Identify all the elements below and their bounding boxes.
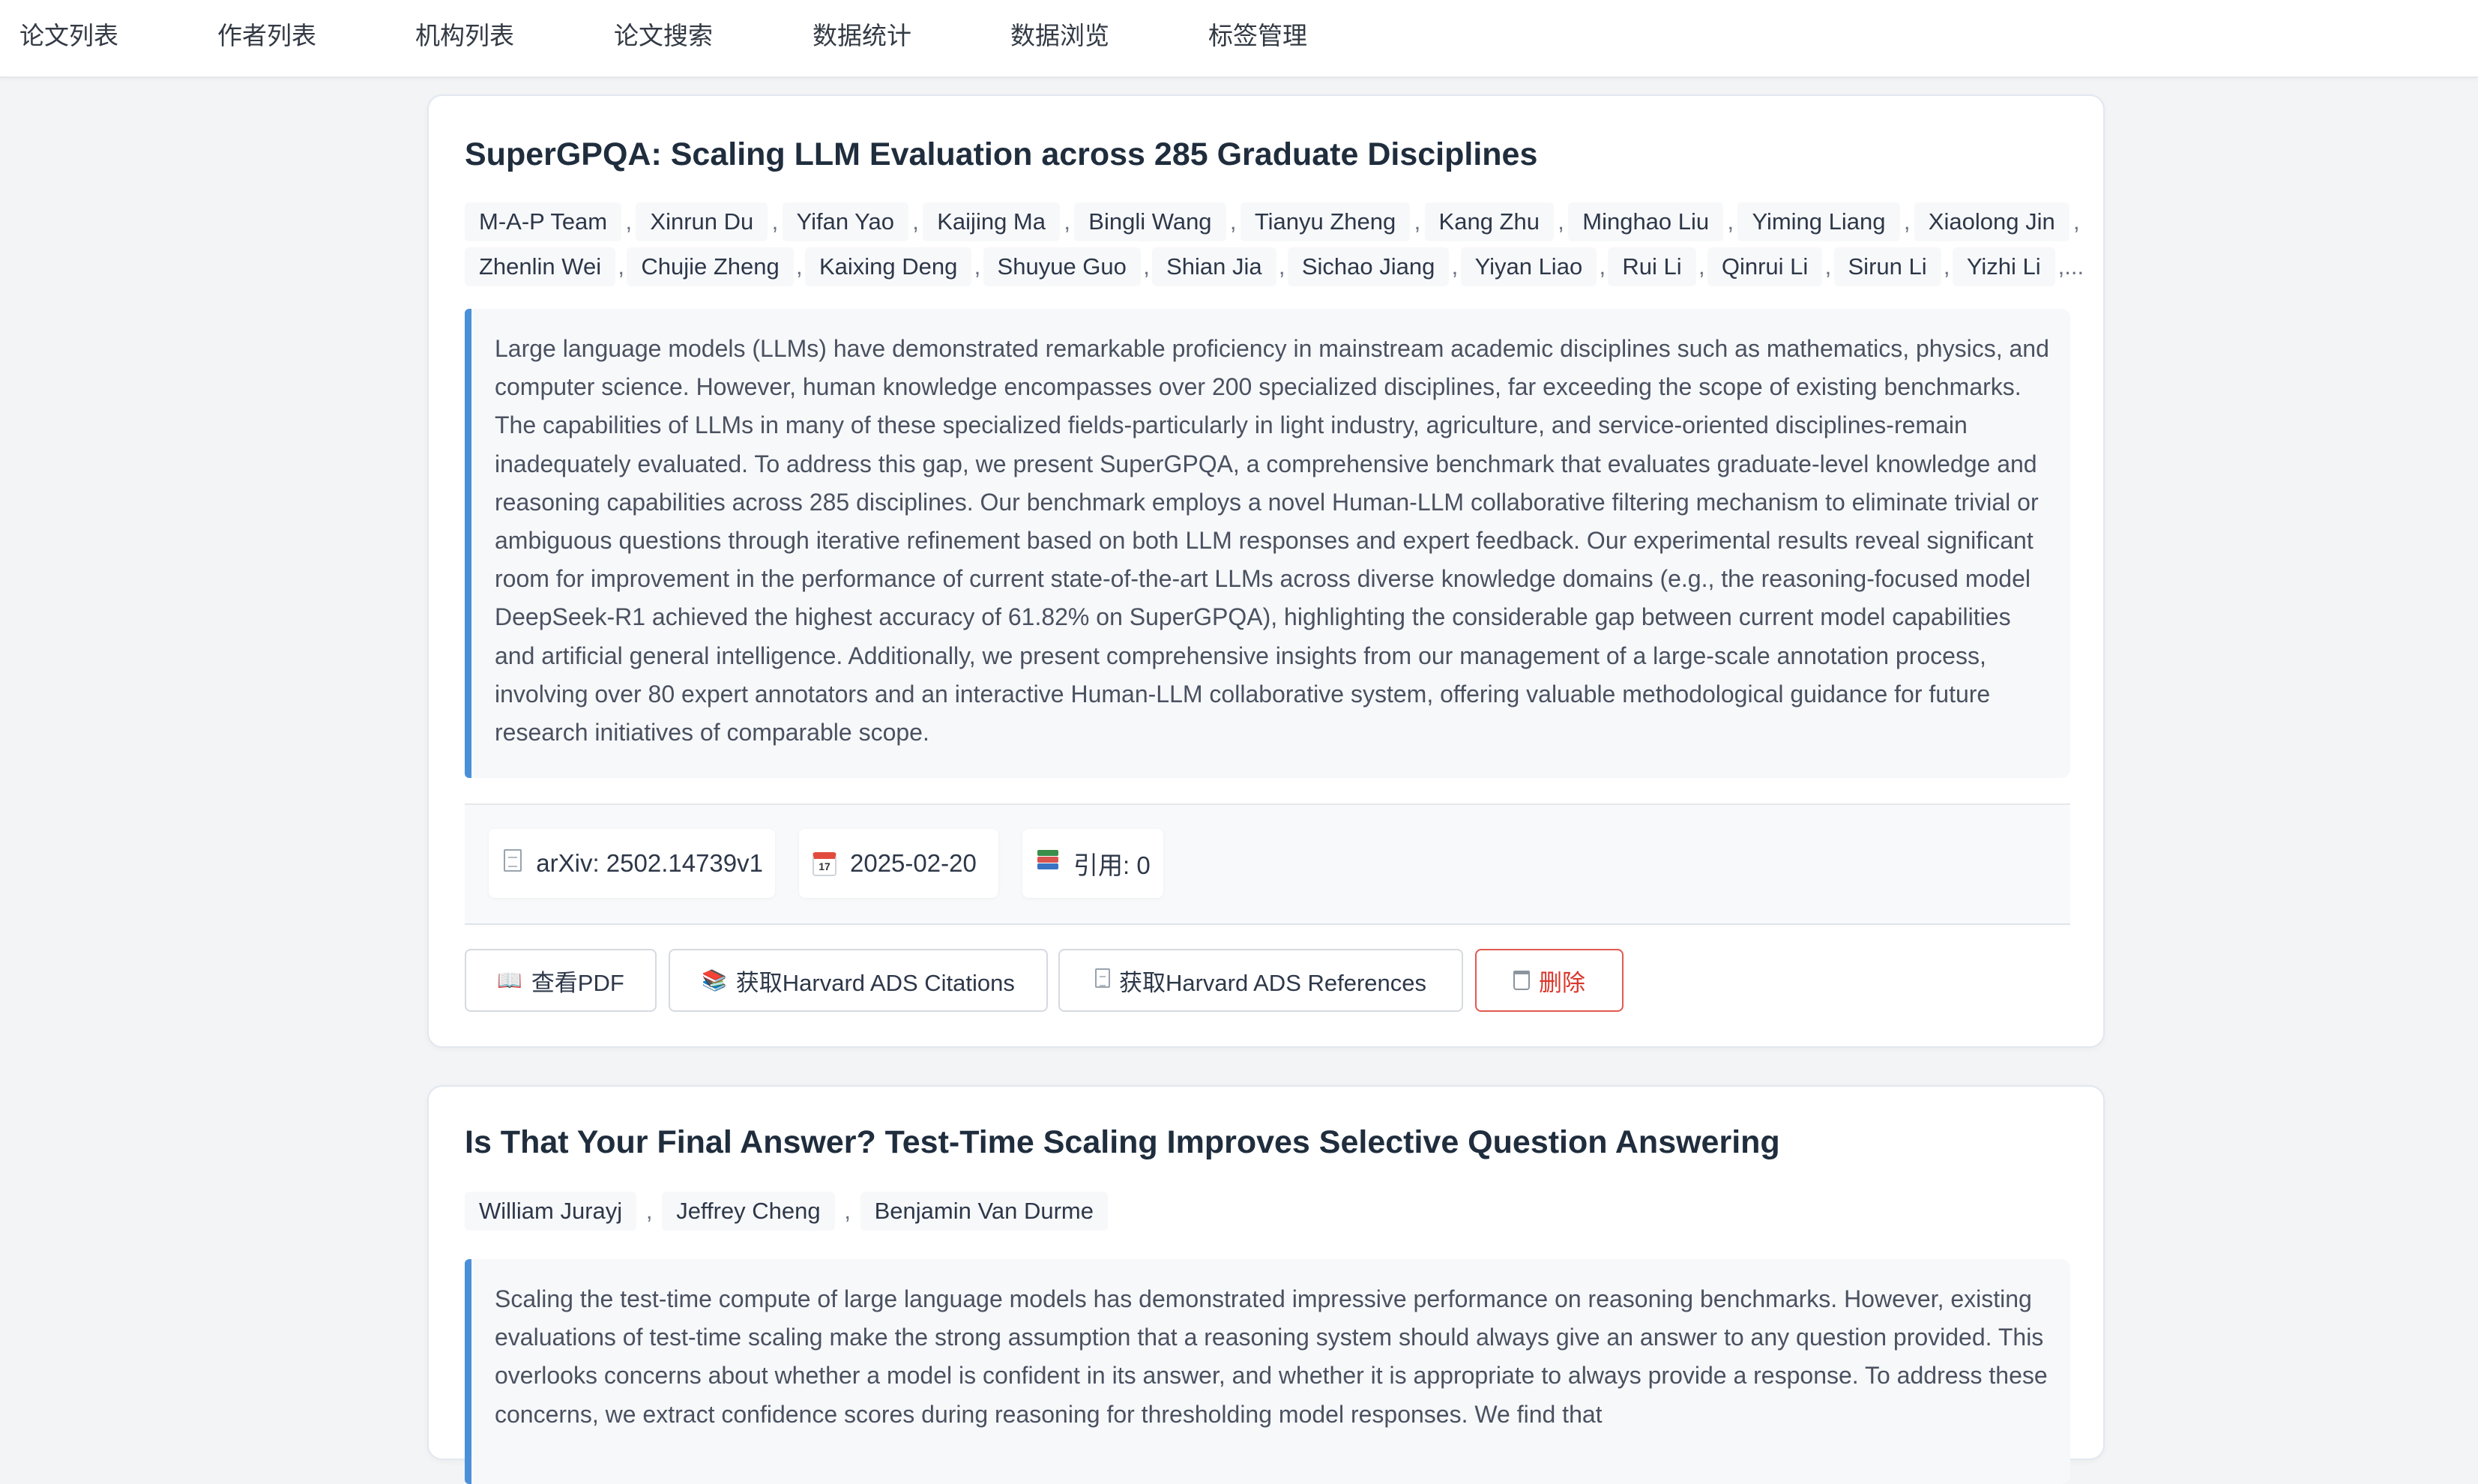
author-separator: ,: [1903, 208, 1911, 235]
author-chip[interactable]: Jeffrey Cheng: [662, 1192, 835, 1231]
author-chip[interactable]: Yizhi Li: [1952, 247, 2055, 286]
paper-title[interactable]: SuperGPQA: Scaling LLM Evaluation across…: [465, 133, 1537, 175]
paper-card: Is That Your Final Answer? Test-Time Sca…: [427, 1085, 2105, 1484]
top-navigation: 论文列表 作者列表 机构列表 论文搜索 数据统计 数据浏览 标签管理: [0, 0, 2478, 78]
publish-date-chip: 17 2025-02-20: [799, 829, 998, 898]
document-icon: [1094, 968, 1110, 993]
author-separator: ,: [1229, 208, 1237, 235]
author-separator: ,: [974, 253, 981, 280]
view-pdf-label: 查看PDF: [531, 969, 624, 996]
author-list: M-A-P Team, Xinrun Du, Yifan Yao, Kaijing M…: [465, 202, 2084, 286]
nav-item-paper-list[interactable]: 论文列表: [19, 19, 118, 52]
author-chip[interactable]: Tianyu Zheng: [1240, 202, 1411, 241]
author-chip[interactable]: Benjamin Van Durme: [860, 1192, 1108, 1231]
author-chip[interactable]: Bingli Wang: [1074, 202, 1226, 241]
author-chip[interactable]: Xinrun Du: [636, 202, 768, 241]
nav-item-tag-management[interactable]: 标签管理: [1208, 19, 1307, 52]
author-separator: ,: [1064, 208, 1070, 235]
books-icon: 📚: [702, 969, 727, 992]
author-chip[interactable]: Shuyue Guo: [983, 247, 1141, 286]
author-chip[interactable]: William Jurayj: [465, 1192, 637, 1231]
author-separator: ,: [844, 1198, 851, 1224]
author-separator: ,: [1727, 208, 1734, 235]
paper-title[interactable]: Is That Your Final Answer? Test-Time Sca…: [465, 1121, 1780, 1163]
author-separator: ,: [1414, 208, 1421, 235]
view-pdf-button[interactable]: 📖 查看PDF: [465, 949, 657, 1012]
author-separator: ,: [2073, 208, 2080, 235]
author-row: William Jurayj, Jeffrey Cheng, Benjamin Va…: [465, 1192, 2084, 1231]
nav-item-author-list[interactable]: 作者列表: [217, 19, 316, 52]
paper-meta-bar: arXiv: 2502.14739v1 17 2025-02-20 引用: 0: [465, 803, 2070, 925]
author-list: William Jurayj, Jeffrey Cheng, Benjamin Va…: [465, 1192, 2084, 1231]
delete-button[interactable]: 删除: [1475, 949, 1624, 1012]
author-chip[interactable]: Yiming Liang: [1737, 202, 1900, 241]
nav-item-paper-search[interactable]: 论文搜索: [614, 19, 713, 52]
document-icon: [501, 849, 524, 878]
ads-references-button[interactable]: 获取Harvard ADS References: [1058, 949, 1463, 1012]
author-chip[interactable]: Sichao Jiang: [1287, 247, 1450, 286]
author-separator: ,: [1451, 253, 1459, 280]
author-chip[interactable]: Yiyan Liao: [1460, 247, 1597, 286]
author-separator: ,: [796, 253, 803, 280]
nav-item-institution-list[interactable]: 机构列表: [415, 19, 514, 52]
nav-item-data-browse[interactable]: 数据浏览: [1010, 19, 1109, 52]
author-chip[interactable]: Shian Jia: [1152, 247, 1276, 286]
author-separator: ,: [1143, 253, 1150, 280]
author-separator: ,: [1698, 253, 1705, 280]
delete-label: 删除: [1539, 969, 1585, 996]
author-chip[interactable]: Kaijing Ma: [923, 202, 1060, 241]
trash-icon: [1513, 971, 1530, 990]
paper-abstract: Scaling the test-time compute of large l…: [465, 1259, 2070, 1484]
author-chip[interactable]: Sirun Li: [1833, 247, 1941, 286]
author-separator: ,: [618, 253, 625, 280]
author-chip[interactable]: M-A-P Team: [465, 202, 622, 241]
author-separator: ,: [1943, 253, 1950, 280]
author-separator: ,: [912, 208, 919, 235]
ads-references-label: 获取Harvard ADS References: [1118, 969, 1427, 996]
author-separator: ,: [1599, 253, 1606, 280]
calendar-icon: 17: [811, 851, 838, 876]
paper-abstract: Large language models (LLMs) have demons…: [465, 309, 2070, 778]
open-book-icon: 📖: [497, 969, 522, 992]
author-separator: ,: [625, 208, 633, 235]
arxiv-id: arXiv: 2502.14739v1: [536, 849, 763, 877]
author-chip[interactable]: Yifan Yao: [782, 202, 908, 241]
author-separator: ,: [1824, 253, 1832, 280]
more-authors-indicator: ,...: [2058, 253, 2084, 280]
author-separator: ,: [771, 208, 779, 235]
author-chip[interactable]: Chujie Zheng: [627, 247, 794, 286]
author-separator: ,: [1558, 208, 1564, 235]
books-icon: [1034, 850, 1061, 877]
author-chip[interactable]: Zhenlin Wei: [465, 247, 616, 286]
author-row: Zhenlin Wei, Chujie Zheng, Kaixing Deng, Sh…: [465, 247, 2084, 286]
citation-count: 引用: 0: [1073, 851, 1151, 879]
author-separator: ,: [1278, 253, 1285, 280]
citation-count-chip: 引用: 0: [1022, 829, 1163, 898]
author-chip[interactable]: Rui Li: [1608, 247, 1696, 286]
author-chip[interactable]: Minghao Liu: [1568, 202, 1724, 241]
author-chip[interactable]: Kang Zhu: [1424, 202, 1554, 241]
author-separator: ,: [645, 1198, 653, 1224]
nav-item-data-statistics[interactable]: 数据统计: [813, 19, 911, 52]
page-scrollbar[interactable]: [2465, 76, 2478, 1427]
author-chip[interactable]: Qinrui Li: [1707, 247, 1823, 286]
author-chip[interactable]: Kaixing Deng: [804, 247, 972, 286]
paper-card: SuperGPQA: Scaling LLM Evaluation across…: [427, 94, 2105, 1048]
author-row: M-A-P Team, Xinrun Du, Yifan Yao, Kaijing M…: [465, 202, 2084, 241]
arxiv-id-chip: arXiv: 2502.14739v1: [489, 829, 775, 898]
publish-date: 2025-02-20: [850, 849, 977, 877]
ads-citations-button[interactable]: 📚 获取Harvard ADS Citations: [669, 949, 1048, 1012]
ads-citations-label: 获取Harvard ADS Citations: [735, 969, 1015, 996]
author-chip[interactable]: Xiaolong Jin: [1914, 202, 2069, 241]
